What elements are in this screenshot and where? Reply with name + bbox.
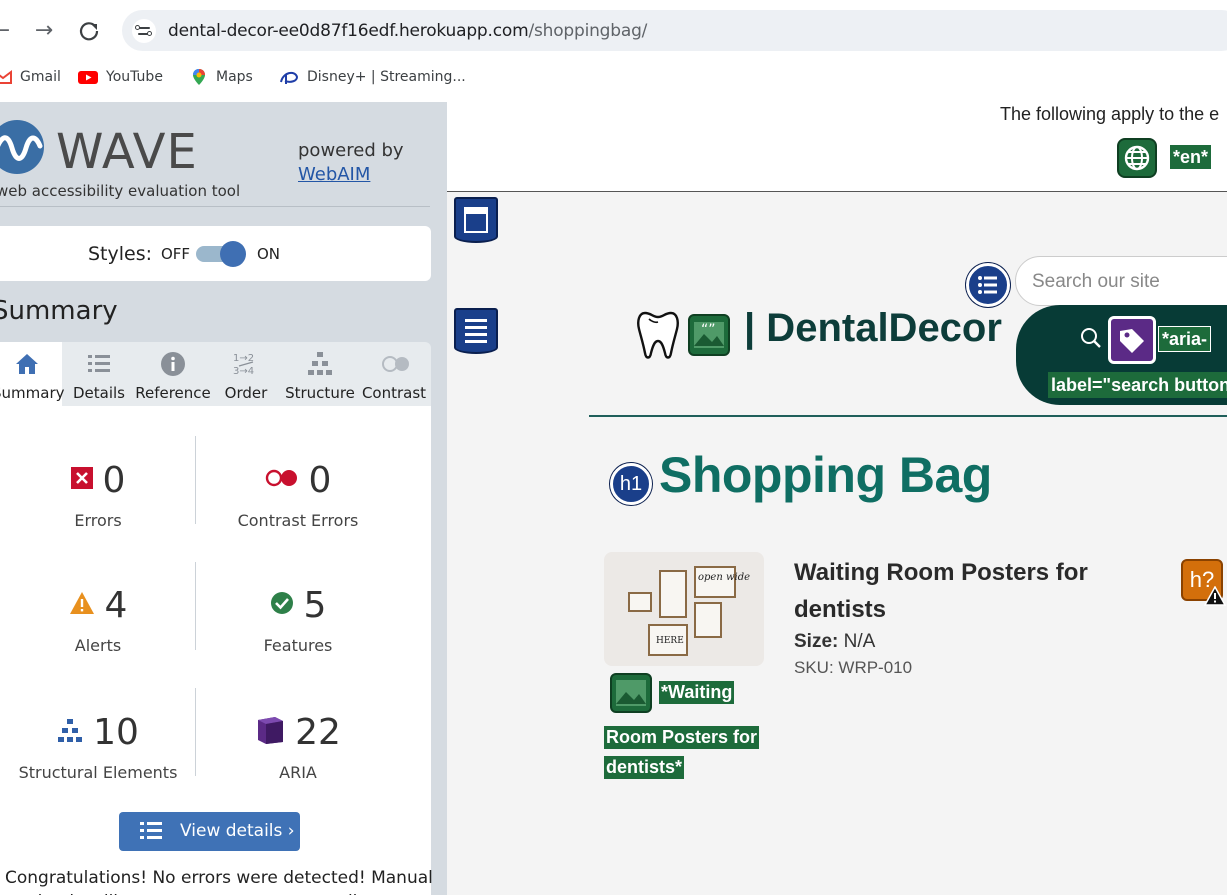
stat-features[interactable]: 5 Features: [200, 585, 396, 655]
tab-reference[interactable]: Reference: [134, 342, 212, 406]
summary-panel: 0 Errors 0 Contrast Errors 4 Alerts 5 Fe…: [0, 406, 433, 895]
aria-label-icon: [1108, 316, 1156, 364]
alert-icon: [1203, 585, 1227, 611]
alt-text-tag: *Waiting: [659, 681, 735, 704]
h1-badge-icon[interactable]: h1: [610, 463, 652, 505]
image-alt-icon[interactable]: [610, 673, 652, 713]
contrast-error-icon: [265, 468, 299, 493]
stat-alerts[interactable]: 4 Alerts: [0, 585, 196, 655]
congrats-message: Congratulations! No errors were detected…: [5, 868, 433, 895]
gmail-icon: [0, 68, 12, 86]
image-alt-icon[interactable]: “”: [688, 314, 730, 356]
lang-tag: *en*: [1170, 145, 1212, 169]
language-icon[interactable]: [1117, 138, 1157, 178]
product-image[interactable]: open wide HERE: [604, 552, 764, 666]
structure-icon: [57, 718, 83, 747]
home-icon: [14, 351, 40, 377]
brand-name[interactable]: | DentalDecor: [744, 306, 1002, 351]
aria-label-tag: *aria-: [1158, 326, 1212, 352]
language-note: The following apply to the e: [1000, 104, 1220, 124]
tab-summary[interactable]: Summary: [0, 342, 65, 406]
view-details-button[interactable]: View details ›: [119, 812, 300, 851]
product-name[interactable]: Waiting Room Posters for dentists: [794, 554, 1114, 628]
list-icon: [139, 820, 163, 847]
page-title: Shopping Bag: [659, 447, 992, 503]
wave-tagline: web accessibility evaluation tool: [0, 182, 241, 200]
structure-icon: [307, 351, 333, 377]
bookmark-gmail[interactable]: Gmail: [0, 64, 61, 90]
info-icon: [160, 351, 186, 377]
styles-on-label: ON: [257, 245, 281, 263]
forward-icon[interactable]: →: [29, 16, 59, 46]
tab-order[interactable]: 1→2 3→4 Order: [216, 342, 276, 406]
svg-text:“”: “”: [701, 322, 716, 338]
bookmark-disney[interactable]: Disney+ | Streaming...: [279, 64, 466, 90]
contrast-icon: [381, 351, 409, 377]
webaim-link[interactable]: WebAIM: [298, 164, 370, 185]
stat-errors[interactable]: 0 Errors: [0, 460, 196, 530]
search-input[interactable]: Search our site: [1015, 256, 1227, 306]
landmark-header-icon[interactable]: [454, 197, 498, 243]
tab-details[interactable]: Details: [66, 342, 132, 406]
divider: [589, 415, 1227, 417]
divider: [447, 191, 1227, 192]
alt-text-tag-line2: Room Posters for: [604, 726, 760, 749]
stat-structural-elements[interactable]: 10 Structural Elements: [0, 712, 196, 782]
wave-logo-icon: [0, 120, 44, 174]
tooth-logo-icon[interactable]: [635, 309, 681, 366]
site-top-bar: The following apply to the e *en*: [447, 102, 1227, 191]
back-icon[interactable]: ←: [0, 16, 16, 46]
tab-structure[interactable]: Structure: [282, 342, 358, 406]
bookmark-maps[interactable]: Maps: [190, 64, 253, 90]
styles-off-label: OFF: [161, 245, 191, 263]
powered-by-text: powered by: [298, 140, 404, 161]
list-icon[interactable]: [966, 263, 1010, 307]
feature-check-icon: [270, 591, 294, 620]
product-size: Size: N/A: [794, 631, 876, 652]
website-view: The following apply to the e *en* Search…: [447, 102, 1227, 895]
aria-label-tag-cont: label="search button": [1048, 372, 1227, 398]
landmark-nav-icon[interactable]: [454, 308, 498, 354]
search-icon: [1079, 326, 1103, 355]
error-icon: [70, 467, 93, 494]
stat-aria[interactable]: 22 ARIA: [200, 712, 396, 782]
alt-text-tag-line3: dentists*: [604, 756, 685, 779]
product-sku: SKU: WRP-010: [794, 658, 913, 677]
url-text: dental-decor-ee0d87f16edf.herokuapp.com/…: [168, 21, 648, 41]
maps-icon: [190, 68, 208, 86]
divider: [0, 206, 430, 207]
list-icon: [86, 351, 112, 377]
styles-label: Styles:: [88, 243, 153, 265]
reload-icon[interactable]: [74, 16, 104, 46]
bookmarks-bar: Gmail YouTube Maps Disney+ | Streaming..…: [0, 64, 1227, 90]
alert-icon: [69, 591, 95, 620]
search-button[interactable]: *aria- label="search button": [1016, 305, 1227, 405]
address-bar[interactable]: dental-decor-ee0d87f16edf.herokuapp.com/…: [122, 10, 1227, 51]
site-info-icon[interactable]: [132, 19, 156, 43]
aria-icon: [255, 715, 285, 750]
browser-chrome: ← → dental-decor-ee0d87f16edf.herokuapp.…: [0, 0, 1227, 102]
youtube-icon: [78, 68, 98, 86]
wave-tabs: Summary Details Reference 1→23→4 Order S…: [0, 342, 431, 406]
disney-icon: [279, 68, 299, 86]
search-placeholder: Search our site: [1032, 271, 1160, 292]
svg-text:3→4: 3→4: [233, 366, 254, 377]
stat-contrast-errors[interactable]: 0 Contrast Errors: [200, 460, 396, 530]
summary-heading: Summary: [0, 296, 118, 326]
bookmark-youtube[interactable]: YouTube: [78, 64, 163, 90]
wave-sidebar: WAVE web accessibility evaluation tool p…: [0, 102, 447, 895]
order-icon: 1→2 3→4: [233, 351, 259, 377]
wave-title: WAVE: [56, 124, 198, 180]
styles-toggle-panel: Styles: OFF ON: [0, 226, 431, 281]
tab-contrast[interactable]: Contrast: [360, 342, 428, 406]
styles-toggle-knob[interactable]: [220, 241, 246, 267]
